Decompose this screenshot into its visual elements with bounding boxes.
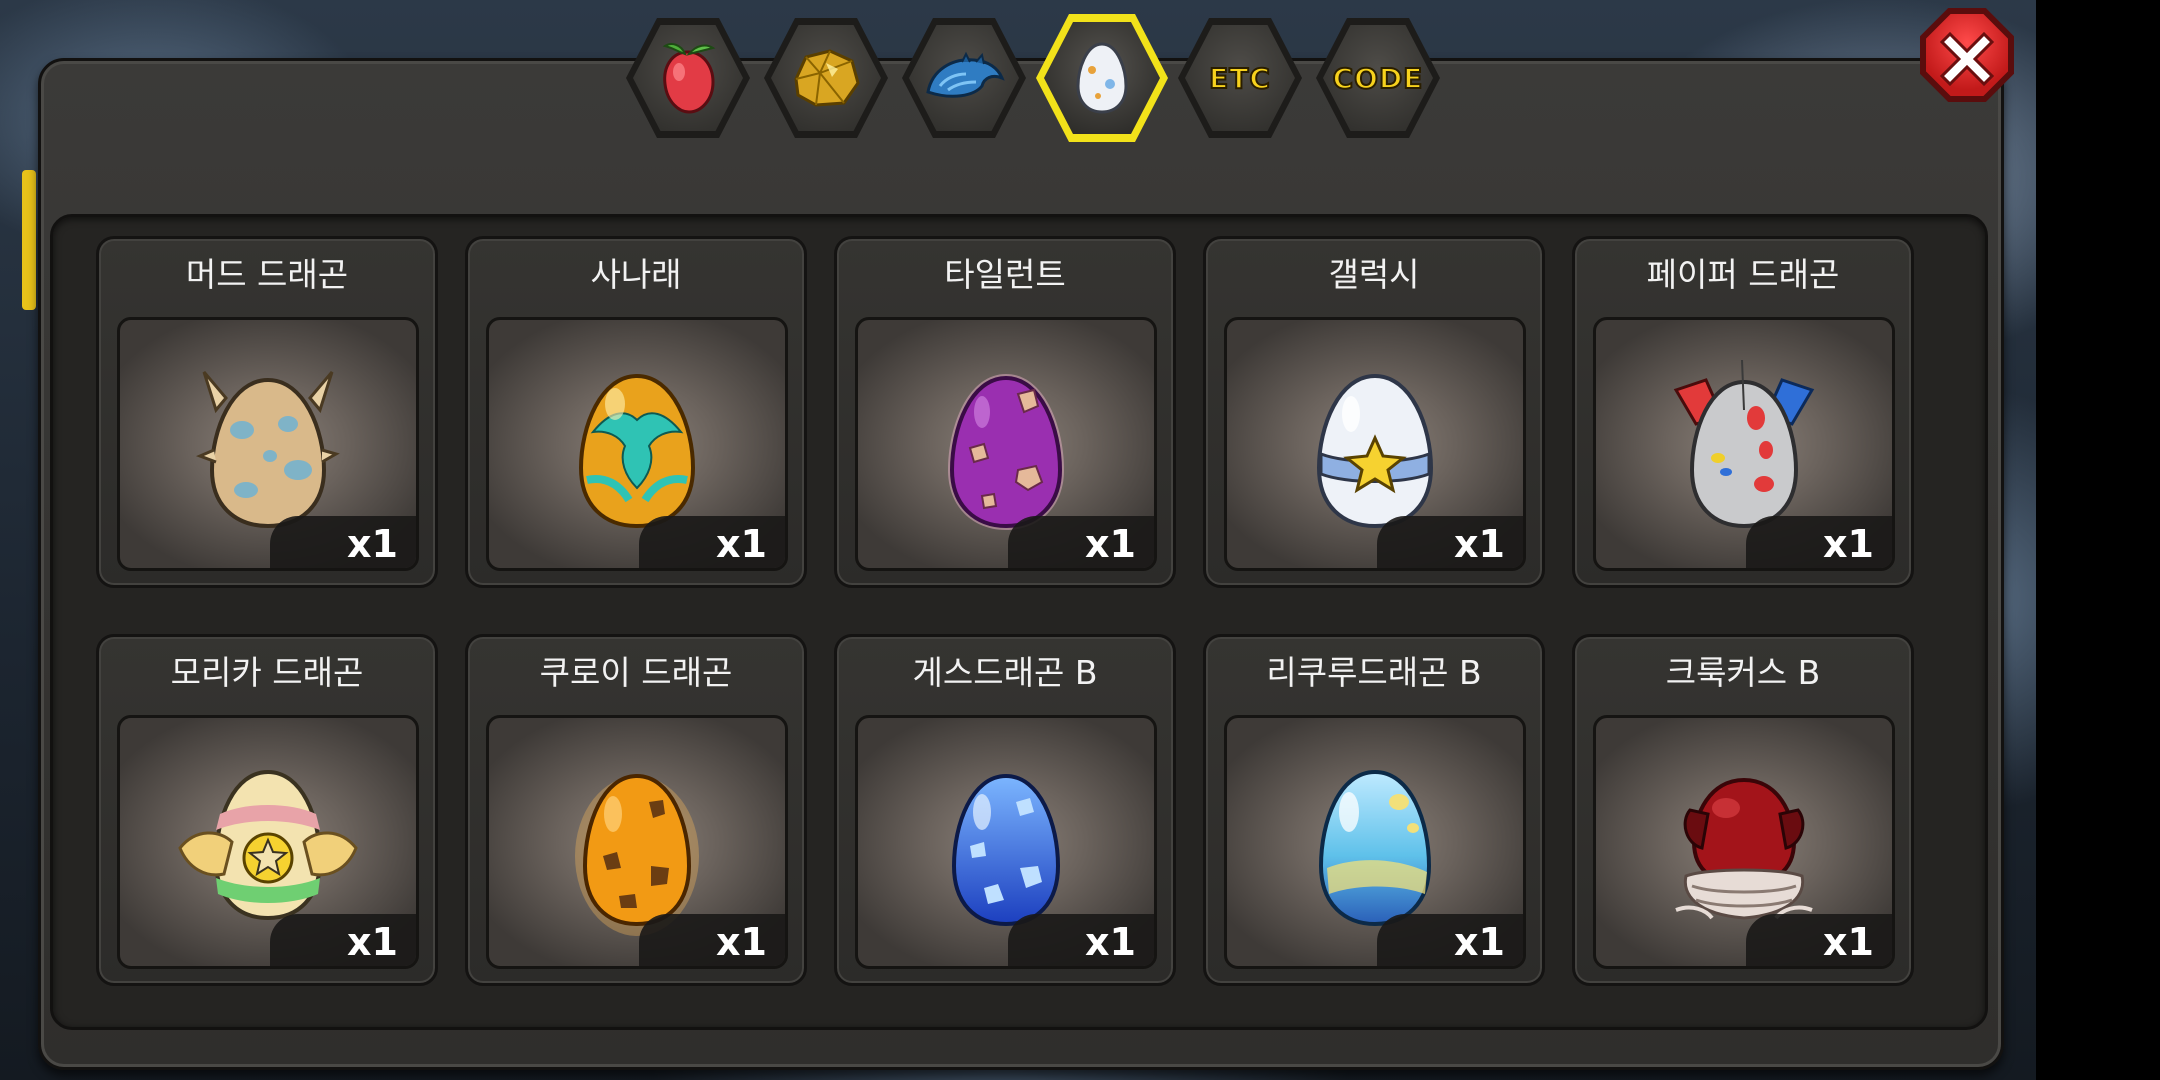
egg-card-mud-dragon[interactable]: 머드 드래곤 x1 xyxy=(96,236,438,588)
egg-card-tyrant[interactable]: 타일런트 x1 xyxy=(834,236,1176,588)
egg-card-rikuru-dragon-b[interactable]: 리쿠루드래곤 B x1 xyxy=(1203,634,1545,986)
egg-quantity: x1 xyxy=(1746,516,1892,568)
egg-card-galaxy[interactable]: 갤럭시 x1 xyxy=(1203,236,1545,588)
egg-slot: x1 xyxy=(486,317,788,571)
egg-quantity: x1 xyxy=(1377,914,1523,966)
egg-quantity: x1 xyxy=(270,516,416,568)
screen-edge-bar xyxy=(2036,0,2160,1080)
tab-dragon-material[interactable] xyxy=(902,18,1026,138)
egg-slot: x1 xyxy=(1593,317,1895,571)
egg-name: 리쿠루드래곤 B xyxy=(1266,653,1482,692)
fruit-icon xyxy=(662,43,716,114)
egg-quantity: x1 xyxy=(639,914,785,966)
egg-name: 크룩커스 B xyxy=(1665,653,1821,692)
egg-card-sanarae[interactable]: 사나래 x1 xyxy=(465,236,807,588)
egg-slot: x1 xyxy=(1593,715,1895,969)
egg-quantity: x1 xyxy=(1377,516,1523,568)
egg-quantity: x1 xyxy=(1746,914,1892,966)
egg-name: 타일런트 xyxy=(944,255,1066,294)
egg-card-crookers-b[interactable]: 크룩커스 B x1 xyxy=(1572,634,1914,986)
egg-name: 쿠로이 드래곤 xyxy=(539,653,733,692)
gold-nugget-icon xyxy=(794,49,860,107)
tab-gold[interactable] xyxy=(764,18,888,138)
tab-code[interactable]: CODE xyxy=(1316,18,1440,138)
egg-card-paper-dragon[interactable]: 페이퍼 드래곤 x1 xyxy=(1572,236,1914,588)
egg-slot: x1 xyxy=(486,715,788,969)
egg-card-gess-dragon-b[interactable]: 게스드래곤 B x1 xyxy=(834,634,1176,986)
egg-quantity: x1 xyxy=(639,516,785,568)
egg-card-kuroi-dragon[interactable]: 쿠로이 드래곤 x1 xyxy=(465,634,807,986)
egg-name: 사나래 xyxy=(590,255,682,294)
egg-slot: x1 xyxy=(855,317,1157,571)
egg-icon xyxy=(1076,42,1128,114)
egg-quantity: x1 xyxy=(1008,516,1154,568)
tab-fruit[interactable] xyxy=(626,18,750,138)
tab-code-label: CODE xyxy=(1332,61,1424,96)
egg-quantity: x1 xyxy=(1008,914,1154,966)
background-yellow-strip xyxy=(22,170,36,310)
egg-slot: x1 xyxy=(1224,715,1526,969)
egg-name: 게스드래곤 B xyxy=(912,653,1098,692)
egg-slot: x1 xyxy=(1224,317,1526,571)
tab-etc[interactable]: ETC xyxy=(1178,18,1302,138)
tab-etc-label: ETC xyxy=(1208,61,1271,96)
egg-name: 모리카 드래곤 xyxy=(170,653,364,692)
egg-name: 갤럭시 xyxy=(1328,255,1420,294)
egg-name: 페이퍼 드래곤 xyxy=(1646,255,1840,294)
tab-eggs[interactable] xyxy=(1036,14,1168,142)
egg-slot: x1 xyxy=(117,317,419,571)
egg-slot: x1 xyxy=(117,715,419,969)
egg-quantity: x1 xyxy=(270,914,416,966)
dragon-scale-icon xyxy=(926,51,1005,98)
egg-name: 머드 드래곤 xyxy=(185,255,349,294)
egg-card-morika-dragon[interactable]: 모리카 드래곤 x1 xyxy=(96,634,438,986)
egg-slot: x1 xyxy=(855,715,1157,969)
